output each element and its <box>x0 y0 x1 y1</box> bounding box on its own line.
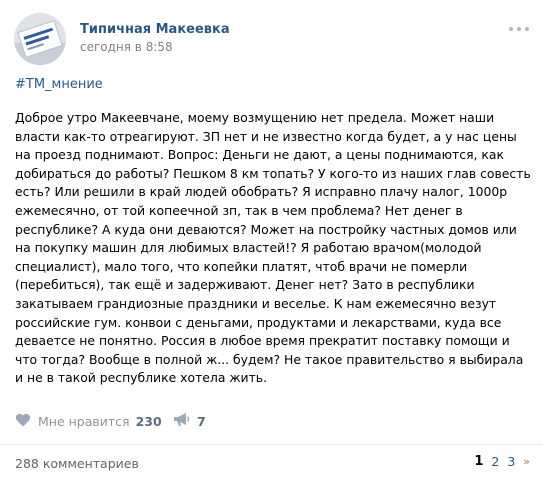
like-button[interactable]: Мне нравится 230 <box>15 411 162 431</box>
like-count: 230 <box>135 413 162 429</box>
dot <box>517 27 521 31</box>
share-count: 7 <box>197 413 206 429</box>
next-page-icon[interactable]: » <box>523 455 530 468</box>
heart-icon <box>15 412 31 431</box>
more-options-icon[interactable] <box>509 23 529 35</box>
post-card: Типичная Макеевка сегодня в 8:58 #ТМ_мне… <box>0 0 543 479</box>
comments-count[interactable]: 288 комментариев <box>15 456 139 471</box>
post-actions: Мне нравится 230 7 <box>15 411 530 431</box>
post-hashtag[interactable]: #ТМ_мнение <box>15 77 103 92</box>
comments-pager: 1 2 3 » <box>474 454 530 469</box>
post-header: Типичная Макеевка сегодня в 8:58 <box>14 13 529 65</box>
group-name[interactable]: Типичная Макеевка <box>80 22 230 37</box>
post-date[interactable]: сегодня в 8:58 <box>80 40 173 54</box>
page-2[interactable]: 2 <box>491 454 499 469</box>
group-avatar[interactable] <box>14 13 66 65</box>
dot <box>509 27 513 31</box>
dot <box>525 27 529 31</box>
post-text: Доброе утро Макеевчане, моему возмущению… <box>15 110 531 386</box>
comments-footer: 288 комментариев 1 2 3 » <box>15 454 530 472</box>
avatar-image <box>14 13 66 65</box>
like-label: Мне нравится <box>38 413 130 429</box>
megaphone-icon <box>173 412 190 431</box>
share-button[interactable]: 7 <box>173 411 206 431</box>
page-3[interactable]: 3 <box>507 454 515 469</box>
divider <box>0 444 543 445</box>
page-1[interactable]: 1 <box>474 454 483 469</box>
